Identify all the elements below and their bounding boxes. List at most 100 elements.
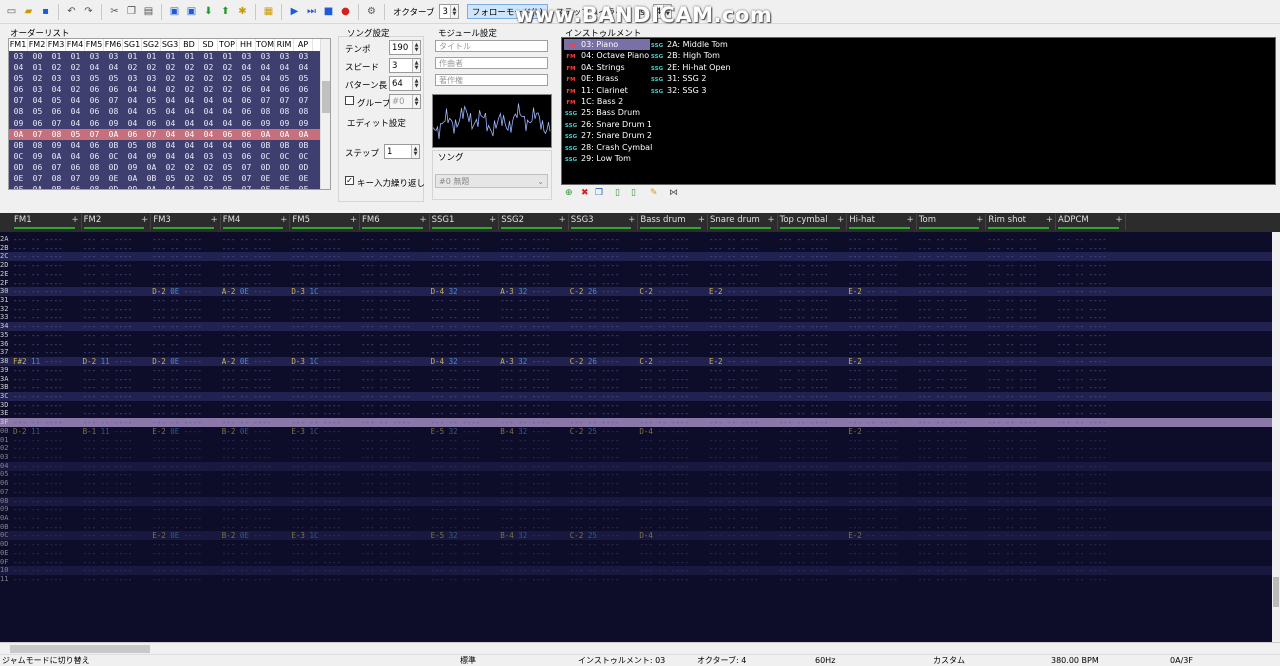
pattern-cell[interactable]: --- -- ---- (987, 383, 1056, 392)
pattern-cell[interactable]: --- -- ---- (1057, 409, 1126, 418)
pattern-cell[interactable]: D-2 11 ---- (83, 357, 152, 366)
order-cell[interactable]: 0D (104, 184, 123, 189)
pattern-cell[interactable]: --- -- ---- (500, 235, 569, 244)
pattern-cell[interactable]: --- -- ---- (779, 322, 848, 331)
load-instrument-icon[interactable]: ▯ (615, 188, 620, 198)
pattern-cell[interactable]: --- -- ---- (152, 401, 221, 410)
order-cell[interactable]: 01 (123, 51, 142, 62)
pattern-cell[interactable]: --- -- ---- (431, 331, 500, 340)
pattern-cell[interactable]: --- -- ---- (13, 244, 82, 253)
pattern-cell[interactable]: --- -- ---- (291, 558, 360, 567)
order-cell[interactable]: 0D (275, 162, 294, 173)
pattern-cell[interactable]: --- -- ---- (918, 453, 987, 462)
order-cell[interactable]: 04 (218, 140, 237, 151)
pattern-cell[interactable]: --- -- ---- (918, 427, 987, 436)
pattern-cell[interactable]: E-3 1C ---- (291, 427, 360, 436)
pattern-cell[interactable]: --- -- ---- (987, 331, 1056, 340)
order-row[interactable]: 05 02 03 03 05 05 03 03 02 02 02 02 05 04 05 05 (9, 73, 330, 85)
order-cell[interactable]: 09 (275, 118, 294, 129)
pattern-cell[interactable]: --- -- ---- (918, 366, 987, 375)
pattern-cell[interactable]: --- -- ---- (431, 305, 500, 314)
pattern-cell[interactable]: --- -- ---- (918, 505, 987, 514)
pattern-cell[interactable]: --- -- ---- (13, 409, 82, 418)
copyright-field[interactable]: 著作権 (435, 74, 548, 86)
pattern-cell[interactable]: --- -- ---- (709, 531, 778, 540)
pattern-row[interactable]: 2C --- -- ---- --- -- ---- --- -- ---- --- -… (0, 252, 1280, 262)
pattern-cell[interactable]: --- -- ---- (291, 313, 360, 322)
pattern-cell[interactable]: D-4 32 ---- (431, 287, 500, 296)
order-cell[interactable]: 0E (275, 173, 294, 184)
order-cell[interactable]: 02 (180, 173, 199, 184)
order-cell[interactable]: 02 (218, 73, 237, 84)
redo-icon[interactable]: ↷ (81, 4, 96, 19)
order-cell[interactable]: 02 (142, 62, 161, 73)
pattern-cell[interactable]: --- -- ---- (639, 261, 708, 270)
pattern-cell[interactable]: --- -- ---- (570, 235, 639, 244)
pattern-row[interactable]: 10 --- -- ---- --- -- ---- --- -- ---- --- -… (0, 566, 1280, 576)
pattern-cell[interactable]: --- -- ---- (709, 392, 778, 401)
order-cell[interactable]: 0B (9, 140, 28, 151)
channel-header[interactable]: SSG1 + (430, 214, 500, 230)
order-cell[interactable]: 09 (142, 151, 161, 162)
pattern-cell[interactable]: --- -- ---- (361, 383, 430, 392)
order-cell[interactable]: 04 (199, 140, 218, 151)
pattern-cell[interactable]: --- -- ---- (848, 444, 917, 453)
pattern-cell[interactable]: --- -- ---- (222, 409, 291, 418)
order-cell[interactable]: 04 (123, 151, 142, 162)
pattern-cell[interactable]: --- -- ---- (779, 340, 848, 349)
pattern-cell[interactable]: --- -- ---- (291, 479, 360, 488)
settings-gear-icon[interactable]: ⚙ (364, 4, 379, 19)
pattern-cell[interactable]: --- -- ---- (639, 313, 708, 322)
pattern-cell[interactable]: --- -- ---- (83, 497, 152, 506)
save-instrument-icon[interactable]: ▯ (631, 188, 636, 198)
pattern-cell[interactable]: --- -- ---- (13, 287, 82, 296)
pattern-row[interactable]: 03 --- -- ---- --- -- ---- --- -- ---- --- -… (0, 453, 1280, 462)
pattern-cell[interactable]: C-2 26 ---- (570, 287, 639, 296)
order-cell[interactable]: 04 (275, 62, 294, 73)
order-cell[interactable]: 06 (237, 151, 256, 162)
order-cell[interactable]: 03 (256, 51, 275, 62)
pattern-cell[interactable]: --- -- ---- (291, 566, 360, 575)
pattern-cell[interactable]: --- -- ---- (291, 514, 360, 523)
order-cell[interactable]: 05 (218, 162, 237, 173)
pattern-cell[interactable]: --- -- ---- (13, 305, 82, 314)
pattern-cell[interactable]: --- -- ---- (361, 331, 430, 340)
pattern-cell[interactable]: --- -- ---- (779, 383, 848, 392)
pattern-cell[interactable]: --- -- ---- (570, 462, 639, 471)
pattern-cell[interactable]: --- -- ---- (709, 348, 778, 357)
order-cell[interactable]: 05 (142, 106, 161, 117)
pattern-cell[interactable]: --- -- ---- (848, 558, 917, 567)
order-cell[interactable]: 02 (28, 73, 47, 84)
pattern-cell[interactable]: --- -- ---- (848, 401, 917, 410)
pattern-cell[interactable]: --- -- ---- (918, 401, 987, 410)
pattern-cell[interactable]: --- -- ---- (987, 244, 1056, 253)
pattern-cell[interactable]: --- -- ---- (222, 436, 291, 445)
channel-add-effect-icon[interactable]: + (976, 214, 983, 227)
pattern-cell[interactable]: --- -- ---- (152, 348, 221, 357)
pattern-cell[interactable]: --- -- ---- (779, 514, 848, 523)
pattern-row[interactable]: 02 --- -- ---- --- -- ---- --- -- ---- --- -… (0, 444, 1280, 453)
order-row[interactable]: 04 01 02 02 04 04 02 02 02 02 02 02 04 04 04 04 (9, 62, 330, 74)
pattern-cell[interactable]: --- -- ---- (779, 305, 848, 314)
pattern-cell[interactable]: --- -- ---- (152, 549, 221, 558)
pattern-row[interactable]: 33 --- -- ---- --- -- ---- --- -- ---- --- -… (0, 313, 1280, 322)
order-cell[interactable]: 02 (199, 62, 218, 73)
tempo-spinner[interactable]: 190 ▲ ▼ (389, 40, 421, 55)
pattern-cell[interactable]: --- -- ---- (222, 313, 291, 322)
pattern-cell[interactable]: --- -- ---- (709, 523, 778, 532)
pattern-cell[interactable]: --- -- ---- (361, 566, 430, 575)
pattern-cell[interactable]: --- -- ---- (361, 540, 430, 549)
pattern-row[interactable]: 35 --- -- ---- --- -- ---- --- -- ---- --- -… (0, 331, 1280, 340)
pattern-row[interactable]: 11 --- -- ---- --- -- ---- --- -- ---- --- -… (0, 575, 1280, 584)
pattern-cell[interactable]: --- -- ---- (918, 261, 987, 270)
pattern-cell[interactable]: --- -- ---- (918, 375, 987, 384)
pattern-cell[interactable]: --- -- ---- (848, 566, 917, 575)
pattern-cell[interactable]: --- -- ---- (848, 409, 917, 418)
pattern-cell[interactable]: --- -- ---- (291, 348, 360, 357)
pattern-cell[interactable]: --- -- ---- (918, 409, 987, 418)
pattern-cell[interactable]: --- -- ---- (779, 488, 848, 497)
pattern-cell[interactable]: D-2 11 ---- (13, 427, 82, 436)
pattern-cell[interactable]: --- -- ---- (13, 296, 82, 305)
pattern-cell[interactable]: --- -- ---- (13, 453, 82, 462)
order-cell[interactable]: 04 (294, 62, 313, 73)
